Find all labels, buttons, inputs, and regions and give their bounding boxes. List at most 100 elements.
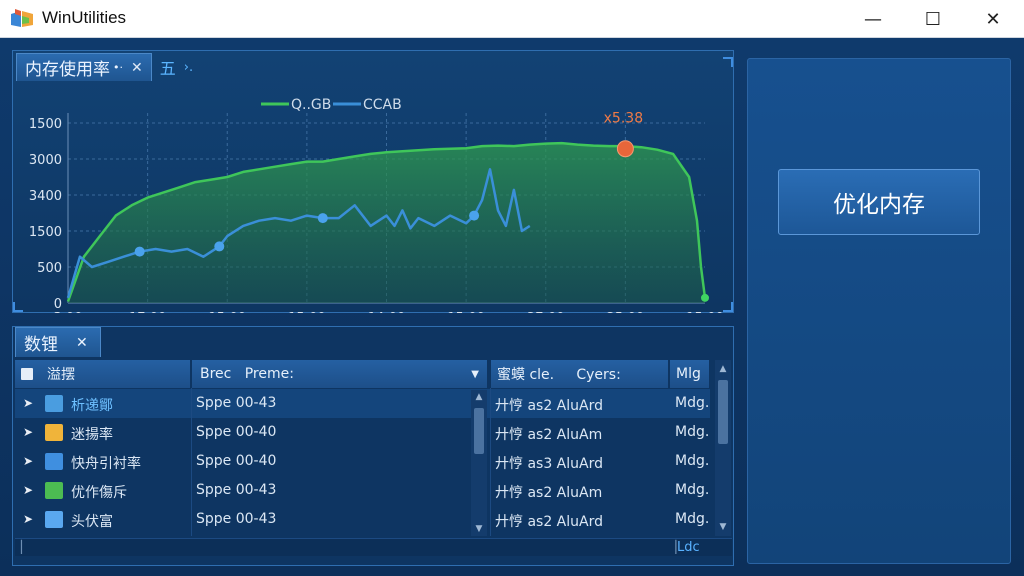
close-window-button[interactable]: ✕ (970, 0, 1016, 38)
scroll-down-icon[interactable]: ▼ (471, 524, 487, 534)
memory-usage-chart: 0 500 1500 3400 3000 1500 3.00 17.00 15:00 15:00… (29, 97, 724, 313)
legend-label: CCAB (363, 97, 402, 113)
tab-close-icon[interactable]: ✕ (76, 335, 88, 351)
table-row[interactable]: ➤ 头伏富 Sppe 00-43 廾悙 as2 AluArd Mdg. (15, 505, 710, 534)
column-header-name[interactable]: 溢摆 (15, 360, 191, 388)
scroll-left-icon[interactable]: ▏ (21, 540, 30, 554)
table-row[interactable]: ➤ 迷揚率 Sppe 00-40 廾悙 as2 AluAm Mdg. (15, 418, 710, 447)
y-tick-label: 3400 (29, 189, 62, 204)
y-tick-label: 0 (54, 297, 62, 312)
row-col3: 廾悙 as2 AluAm (495, 485, 603, 501)
column-divider (191, 388, 192, 536)
chart-area-layer (68, 143, 705, 303)
row-col3: 廾悙 as3 AluArd (495, 456, 603, 472)
tab-close-icon[interactable]: ✕ (131, 60, 143, 76)
tab-label: 内存使用率 (25, 60, 110, 80)
optimize-memory-button[interactable]: 优化内存 (778, 169, 980, 235)
scroll-down-icon[interactable]: ▼ (715, 522, 731, 532)
expand-arrow-icon[interactable]: ➤ (23, 512, 33, 526)
scroll-thumb[interactable] (474, 408, 484, 454)
footer-link[interactable]: Ldc (677, 540, 700, 555)
table-vertical-scrollbar[interactable]: ▲ ▼ (715, 360, 731, 536)
y-tick-label: 500 (37, 261, 62, 276)
x-tick-label: 25:00 (607, 311, 644, 313)
y-tick-label: 3000 (29, 153, 62, 168)
file-type-icon (45, 453, 63, 470)
title-bar: WinUtilities — ☐ ✕ (0, 0, 1024, 38)
data-point-marker (701, 293, 709, 302)
scroll-right-icon[interactable]: ▕ (667, 540, 676, 554)
column-header-4[interactable]: Mlg (670, 360, 710, 388)
tab-label: 五 (159, 59, 176, 78)
file-type-icon (45, 395, 63, 412)
column-divider (490, 388, 491, 536)
chart-tab-strip: 内存使用率 •· ✕ 五 ›. (16, 53, 201, 81)
data-point-marker (214, 241, 225, 252)
row-col2: Sppe 00-40 (196, 424, 277, 440)
chart-legend: Q..GB CCAB (261, 97, 402, 113)
x-tick-label: 15:00 (447, 311, 484, 313)
sort-down-icon[interactable]: ▼ (471, 369, 479, 380)
row-name: 快舟引衬率 (71, 456, 141, 472)
annotation-marker (616, 140, 634, 158)
annotation-label: x5.38 (604, 111, 643, 127)
column-header-2[interactable]: Brec Preme: ▼ (192, 360, 488, 388)
horizontal-scrollbar[interactable]: ▏ ▕ Ldc (15, 538, 732, 556)
tab-memory-usage[interactable]: 内存使用率 •· ✕ (16, 53, 152, 81)
column-header-label: 蜜蟆 cle. Cyers: (497, 367, 621, 383)
column-header-label: 溢摆 (47, 367, 75, 383)
y-axis-ticks: 0 500 1500 3400 3000 1500 (29, 117, 62, 312)
row-col3: 廾悙 as2 AluAm (495, 427, 603, 443)
tab-suffix: •· (113, 61, 123, 74)
row-col2: Sppe 00-43 (196, 511, 277, 527)
column-header-label: Mlg (676, 366, 701, 382)
table-row[interactable]: ➤ 析递鄮 Sppe 00-43 廾悙 as2 AluArd Mdg. (15, 389, 710, 418)
scroll-up-icon[interactable]: ▲ (715, 364, 731, 374)
panel-corner-mark (723, 57, 733, 67)
tab-data[interactable]: 数锂 ✕ (15, 327, 101, 357)
tab-label: 数锂 (24, 335, 58, 355)
data-panel: 数锂 ✕ 溢摆 Brec Preme: ▼ 蜜蟆 cle. Cyers: Mlg… (12, 326, 734, 566)
expand-arrow-icon[interactable]: ➤ (23, 396, 33, 410)
row-name: 迷揚率 (71, 427, 113, 443)
expand-arrow-icon[interactable]: ➤ (23, 425, 33, 439)
row-name: 析递鄮 (71, 398, 113, 414)
expand-arrow-icon[interactable]: ➤ (23, 483, 33, 497)
main-area: 内存使用率 •· ✕ 五 ›. 0 500 1500 3400 3000 150… (0, 38, 1024, 576)
data-point-marker (134, 246, 145, 257)
column-header-label: Brec Preme: (200, 366, 294, 382)
file-type-icon (45, 482, 63, 499)
x-tick-label: 15:00 (686, 311, 723, 313)
data-point-marker (469, 210, 480, 221)
scroll-up-icon[interactable]: ▲ (471, 392, 487, 402)
row-col2: Sppe 00-43 (196, 395, 277, 411)
x-tick-label: 15:00 (288, 311, 325, 313)
row-col3: 廾悙 as2 AluArd (495, 398, 603, 414)
table-row[interactable]: ➤ 优作傷斥 Sppe 00-43 廾悙 as2 AluAm Mdg. (15, 476, 710, 505)
row-col4: Mdg. (675, 424, 710, 440)
data-point-marker (317, 213, 328, 224)
file-type-icon (45, 424, 63, 441)
y-tick-label: 1500 (29, 117, 62, 132)
tab-secondary[interactable]: 五 ›. (152, 53, 201, 81)
file-type-icon (45, 511, 63, 528)
action-panel: 优化内存 (747, 58, 1011, 564)
column-header-3[interactable]: 蜜蟆 cle. Cyers: (491, 360, 669, 388)
memory-chart-panel: 内存使用率 •· ✕ 五 ›. 0 500 1500 3400 3000 150… (12, 50, 734, 313)
app-title: WinUtilities (42, 8, 127, 27)
minimize-button[interactable]: — (850, 0, 896, 38)
x-tick-label: 15:00 (209, 311, 246, 313)
legend-label: Q..GB (291, 97, 331, 113)
table-row[interactable]: ➤ 快舟引衬率 Sppe 00-40 廾悙 as3 AluArd Mdg. (15, 447, 710, 476)
app-logo-icon (9, 8, 35, 30)
row-col2: Sppe 00-43 (196, 482, 277, 498)
scroll-thumb[interactable] (718, 380, 728, 444)
row-col3: 廾悙 as2 AluArd (495, 514, 603, 530)
inner-vertical-scrollbar[interactable]: ▲ ▼ (471, 390, 487, 536)
x-tick-label: 27:00 (527, 311, 564, 313)
row-col4: Mdg. (675, 453, 710, 469)
x-tick-label: 3.00 (54, 311, 83, 313)
expand-arrow-icon[interactable]: ➤ (23, 454, 33, 468)
maximize-button[interactable]: ☐ (910, 0, 956, 38)
row-col4: Mdg. (675, 395, 710, 411)
